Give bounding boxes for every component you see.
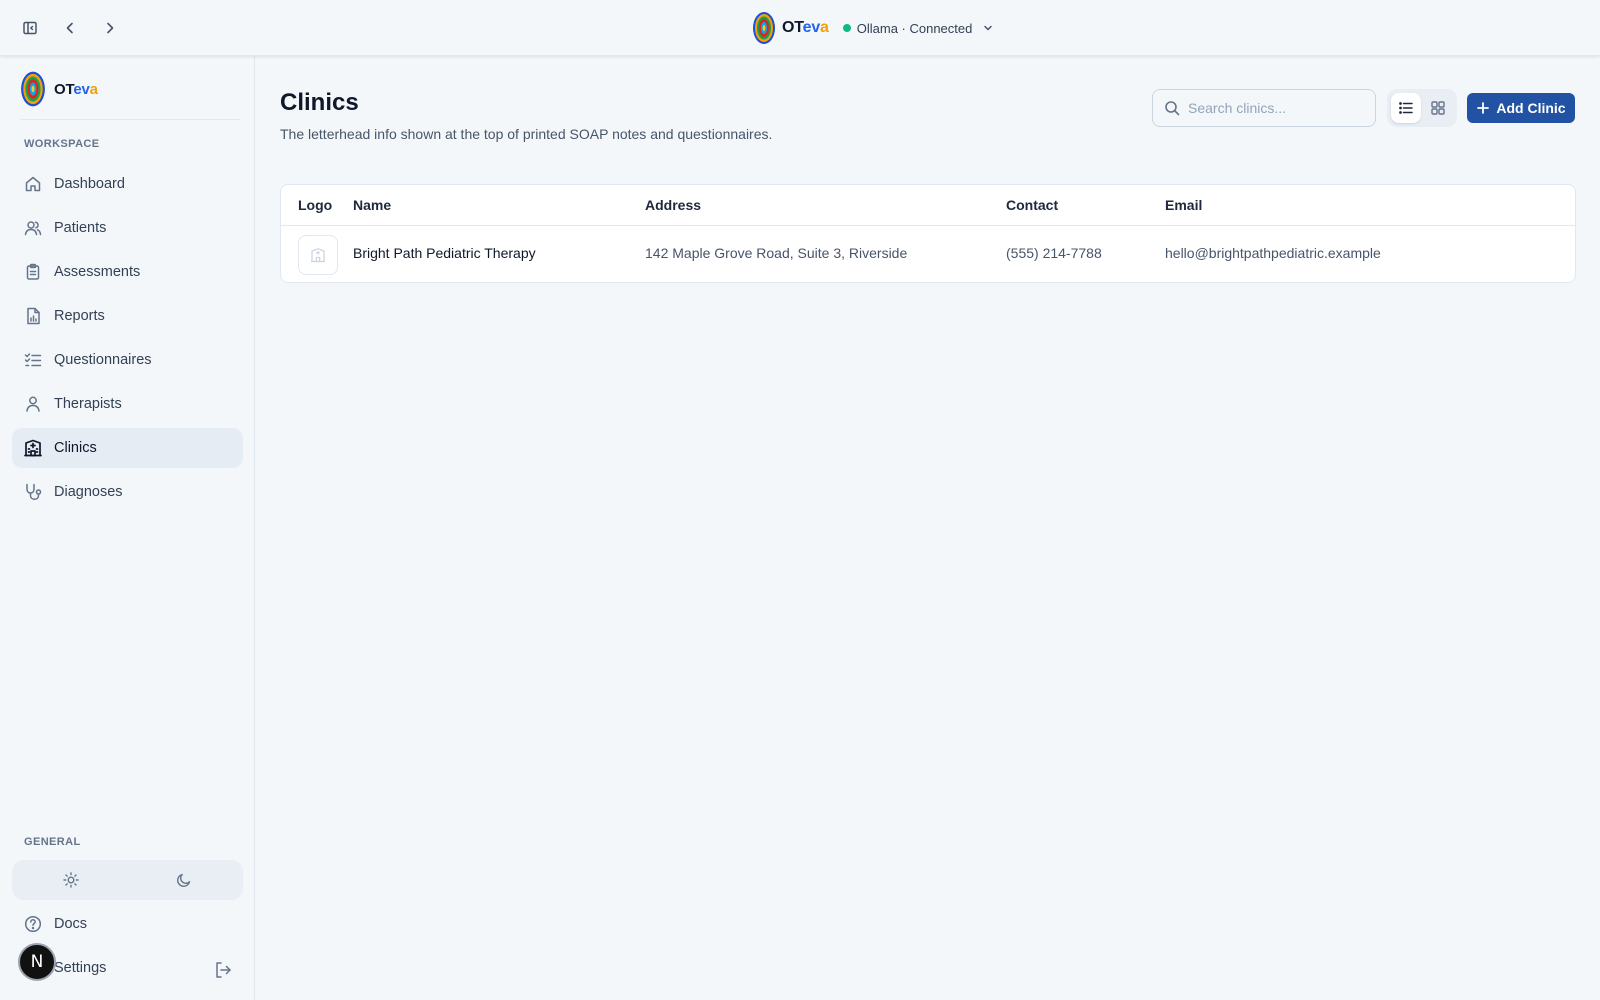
brand-logo-icon [753, 12, 775, 44]
theme-toggle [12, 860, 243, 900]
clinic-logo-placeholder [298, 235, 338, 275]
sidebar-item-dashboard[interactable]: Dashboard [12, 164, 243, 204]
sidebar-item-questionnaires[interactable]: Questionnaires [12, 340, 243, 380]
search-box [1152, 89, 1376, 127]
view-toggle [1387, 89, 1457, 127]
sidebar-item-reports[interactable]: Reports [12, 296, 243, 336]
sidebar-item-label: Reports [54, 308, 105, 324]
chevron-left-icon[interactable] [58, 16, 82, 40]
clinic-address-cell: 142 Maple Grove Road, Suite 3, Riverside [645, 245, 908, 261]
file-chart-icon [24, 307, 42, 325]
sidebar-brand[interactable]: OTeva [20, 70, 98, 108]
sidebar-item-patients[interactable]: Patients [12, 208, 243, 248]
sidebar-item-clinics[interactable]: Clinics [12, 428, 243, 468]
chevron-right-icon[interactable] [98, 16, 122, 40]
search-icon [1164, 100, 1180, 116]
stethoscope-icon [24, 483, 42, 501]
column-header-email[interactable]: Email [1165, 197, 1202, 213]
clinic-contact-cell: (555) 214-7788 [1006, 245, 1102, 261]
list-checks-icon [24, 351, 42, 369]
sun-icon[interactable] [61, 870, 81, 890]
list-view-icon[interactable] [1391, 93, 1421, 123]
sidebar-item-label: Therapists [54, 396, 122, 412]
home-icon [24, 175, 42, 193]
sidebar-item-label: Clinics [54, 440, 97, 456]
add-clinic-button[interactable]: Add Clinic [1467, 93, 1575, 123]
brand-name-part: OT [54, 80, 74, 98]
sidebar-item-assessments[interactable]: Assessments [12, 252, 243, 292]
clinics-table: Logo Name Address Contact Email Bright P… [280, 184, 1576, 283]
column-header-logo[interactable]: Logo [298, 197, 332, 213]
building-icon [311, 248, 325, 263]
general-section-label: GENERAL [24, 836, 81, 848]
users-icon [24, 219, 42, 237]
top-bar: OTeva Ollama · Connected [0, 0, 1600, 56]
brand-name-part: ev [802, 19, 821, 36]
connection-status-selector[interactable]: OTeva Ollama · Connected [752, 11, 994, 45]
sidebar: OTeva WORKSPACE Dashboard Patients Asses… [0, 56, 255, 1000]
sidebar-item-label: Questionnaires [54, 352, 152, 368]
avatar[interactable]: N [18, 943, 56, 981]
user-icon [24, 395, 42, 413]
sidebar-item-therapists[interactable]: Therapists [12, 384, 243, 424]
sidebar-divider [20, 119, 240, 120]
brand-name: OTeva [54, 81, 98, 98]
workspace-section-label: WORKSPACE [24, 138, 100, 150]
sidebar-item-label: Patients [54, 220, 107, 236]
grid-view-icon[interactable] [1423, 93, 1453, 123]
page-subtitle: The letterhead info shown at the top of … [280, 126, 773, 142]
sidebar-toggle-icon[interactable] [18, 16, 42, 40]
hospital-icon [24, 439, 42, 457]
logout-icon[interactable] [213, 960, 233, 980]
brand-name-part: ev [73, 80, 90, 98]
clinic-email-cell: hello@brightpathpediatric.example [1165, 245, 1381, 261]
brand-name-part: a [820, 19, 829, 36]
column-header-name[interactable]: Name [353, 197, 391, 213]
search-input[interactable] [1188, 100, 1358, 116]
brand-name-part: OT [782, 19, 803, 36]
connection-status-text: Ollama · Connected [856, 20, 973, 36]
sidebar-item-label: Dashboard [54, 176, 125, 192]
clipboard-icon [24, 263, 42, 281]
page-title: Clinics [280, 89, 359, 116]
sidebar-item-label: Assessments [54, 264, 141, 280]
sidebar-item-docs[interactable]: Docs [12, 904, 243, 944]
brand-logo-icon [21, 71, 45, 107]
status-indicator-dot [842, 24, 851, 32]
chevron-down-icon [982, 22, 994, 34]
add-clinic-label: Add Clinic [1496, 100, 1566, 116]
sidebar-item-diagnoses[interactable]: Diagnoses [12, 472, 243, 512]
plus-icon [1476, 101, 1490, 115]
help-circle-icon [24, 915, 42, 933]
brand-name: OTeva [782, 19, 829, 37]
table-header-row: Logo Name Address Contact Email [281, 185, 1575, 226]
column-header-contact[interactable]: Contact [1006, 197, 1058, 213]
column-header-address[interactable]: Address [645, 197, 701, 213]
sidebar-item-label: Docs [54, 916, 88, 932]
moon-icon[interactable] [174, 870, 194, 890]
table-row[interactable]: Bright Path Pediatric Therapy 142 Maple … [281, 226, 1575, 282]
brand-name-part: a [89, 80, 98, 98]
sidebar-item-label: Diagnoses [54, 484, 123, 500]
sidebar-item-label: Settings [54, 960, 107, 976]
clinic-name-cell: Bright Path Pediatric Therapy [353, 245, 536, 261]
